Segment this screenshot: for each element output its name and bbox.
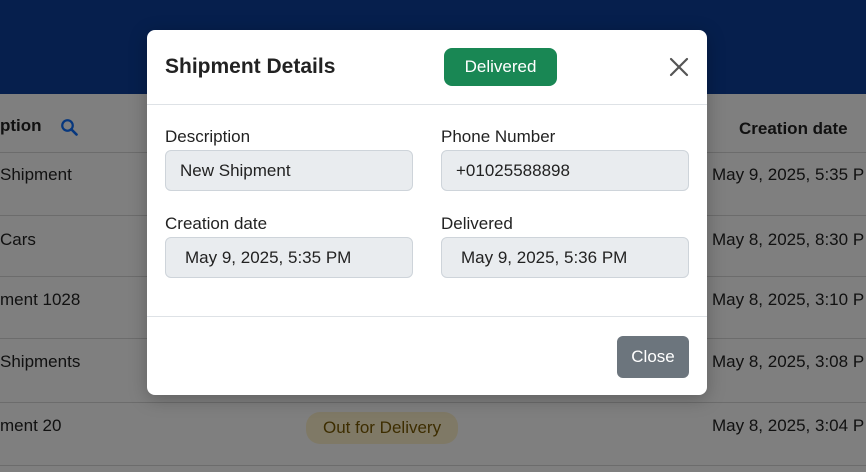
status-badge: Delivered	[444, 48, 557, 86]
phone-number-label: Phone Number	[441, 127, 556, 146]
shipment-details-modal: Shipment Details Delivered Description N…	[147, 30, 707, 395]
modal-header: Shipment Details Delivered	[147, 30, 707, 105]
creation-date-label: Creation date	[165, 214, 268, 233]
close-button[interactable]: Close	[617, 336, 689, 378]
close-icon[interactable]	[667, 55, 691, 79]
modal-footer: Close	[147, 316, 707, 396]
creation-date-field[interactable]: May 9, 2025, 5:35 PM	[165, 237, 413, 278]
phone-number-field[interactable]: +01025588898	[441, 150, 689, 191]
modal-title: Shipment Details	[165, 55, 336, 78]
description-field[interactable]: New Shipment	[165, 150, 413, 191]
delivered-label: Delivered	[441, 214, 513, 233]
delivered-date-field[interactable]: May 9, 2025, 5:36 PM	[441, 237, 689, 278]
description-label: Description	[165, 127, 251, 146]
